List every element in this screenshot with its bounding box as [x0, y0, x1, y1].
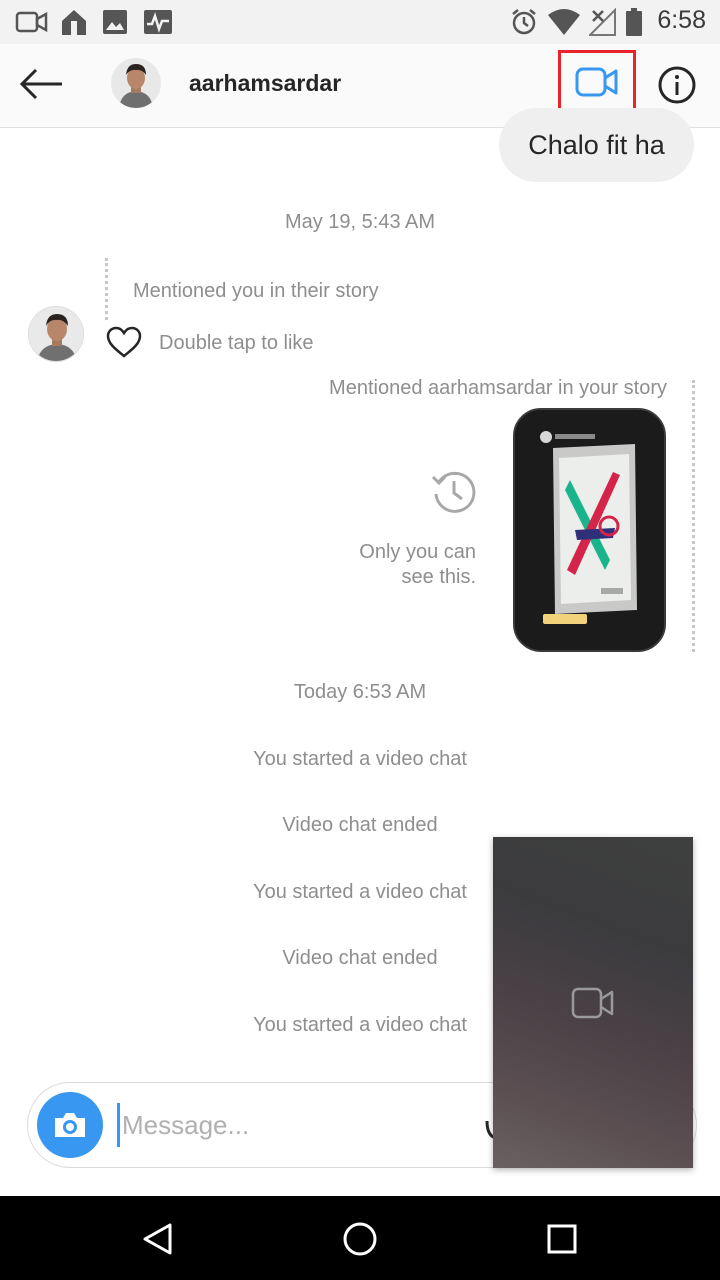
history-icon: [431, 471, 476, 513]
system-nav-bar: [0, 1196, 720, 1280]
video-camera-icon: [14, 8, 50, 36]
back-button[interactable]: [14, 64, 68, 104]
home-like-icon: [57, 8, 91, 36]
battery-icon: [624, 8, 644, 36]
circle-home-icon: [343, 1222, 377, 1256]
story-mention-label: Mentioned you in their story: [133, 280, 379, 302]
arrow-left-icon: [19, 68, 62, 100]
timestamp: Today 6:53 AM: [293, 681, 427, 703]
nav-home-button[interactable]: [335, 1214, 385, 1264]
story-thumbnail[interactable]: [513, 408, 666, 652]
timestamp: May 19, 5:43 AM: [284, 211, 436, 233]
divider: [692, 380, 695, 652]
avatar[interactable]: [111, 58, 161, 108]
nav-recents-button[interactable]: [537, 1214, 587, 1264]
privacy-note: Only you can see this.: [359, 541, 476, 588]
avatar[interactable]: [28, 306, 84, 362]
triangle-back-icon: [143, 1223, 172, 1255]
wifi-icon: [546, 8, 582, 36]
outgoing-message[interactable]: Chalo fit ha: [499, 108, 694, 182]
camera-button[interactable]: [37, 1092, 103, 1158]
video-chat-event: Video chat ended: [282, 814, 438, 836]
divider: [105, 258, 108, 320]
message-input[interactable]: [118, 1105, 478, 1145]
alarm-icon: [508, 8, 540, 36]
video-chat-event: You started a video chat: [253, 748, 467, 770]
story-mention-label: Mentioned aarhamsardar in your story: [329, 377, 667, 399]
video-camera-icon: [571, 987, 614, 1018]
camera-icon: [55, 1113, 85, 1137]
video-preview-pip[interactable]: [493, 837, 693, 1168]
video-call-button[interactable]: [558, 50, 636, 114]
activity-icon: [142, 8, 174, 36]
info-button[interactable]: [656, 64, 698, 106]
chat-username[interactable]: aarhamsardar: [189, 70, 341, 97]
image-icon: [100, 8, 130, 36]
info-icon: [658, 66, 696, 104]
double-tap-hint: Double tap to like: [159, 332, 314, 354]
video-camera-icon: [575, 67, 618, 97]
nav-back-button[interactable]: [133, 1214, 183, 1264]
no-signal-icon: [588, 8, 618, 36]
heart-icon[interactable]: [106, 326, 142, 358]
status-time: 6:58: [657, 6, 706, 34]
square-recents-icon: [547, 1224, 577, 1254]
status-bar: 6:58: [0, 0, 720, 44]
